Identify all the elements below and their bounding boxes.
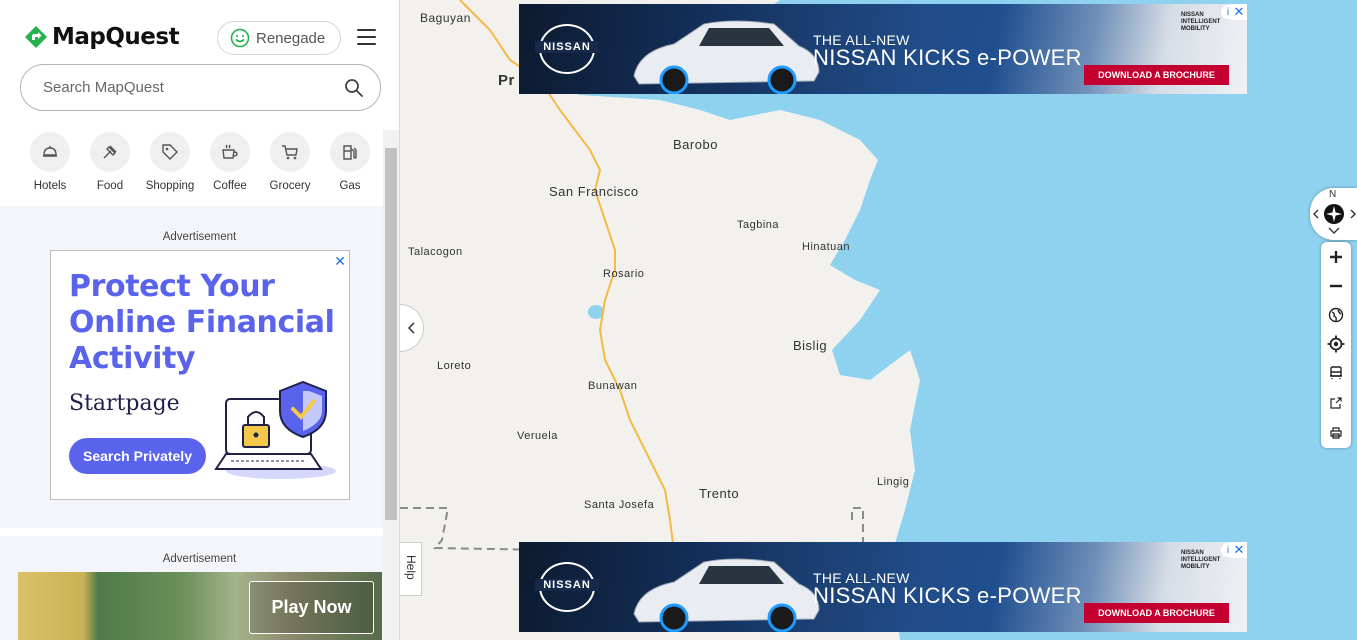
- ad-corner-brand: NISSAN INTELLIGENT MOBILITY: [1181, 12, 1221, 32]
- category-label: Shopping: [145, 180, 195, 192]
- ad-close-icon[interactable]: ✕: [334, 253, 346, 270]
- help-tab[interactable]: Help: [400, 542, 422, 596]
- plus-icon: [1330, 250, 1342, 263]
- map-label: Tagbina: [737, 219, 780, 231]
- gas-pump-icon: [343, 145, 357, 160]
- share-icon: [1330, 396, 1342, 409]
- advertisement-label: Advertisement: [162, 231, 237, 243]
- game-ad[interactable]: Play Now: [18, 572, 382, 640]
- traffic-icon: [1330, 365, 1342, 379]
- search-icon[interactable]: [344, 78, 364, 98]
- startpage-ad[interactable]: Protect Your Online Financial Activity S…: [50, 250, 350, 500]
- map-label: Bislig: [793, 338, 828, 353]
- tag-icon: [162, 144, 178, 160]
- ad-brand: Startpage: [69, 391, 180, 416]
- download-brochure-button[interactable]: DOWNLOAD A BROCHURE: [1084, 65, 1229, 85]
- cart-icon: [282, 145, 298, 160]
- download-brochure-button[interactable]: DOWNLOAD A BROCHURE: [1084, 603, 1229, 623]
- map-label: Pr: [498, 72, 515, 89]
- map-label: Barobo: [673, 137, 718, 152]
- car-image: [633, 558, 820, 632]
- mapquest-logo-icon: [25, 26, 47, 48]
- map-label: Hinatuan: [802, 241, 851, 253]
- mapquest-logo[interactable]: MapQuest: [24, 24, 180, 50]
- map-layers-button[interactable]: [1321, 300, 1351, 329]
- category-grocery[interactable]: Grocery: [260, 132, 320, 192]
- compass-north-label: N: [1329, 189, 1337, 200]
- car-image: [633, 20, 820, 94]
- ad-close-icon[interactable]: ✕: [1231, 4, 1247, 20]
- coffee-cup-icon: [222, 144, 238, 159]
- print-button[interactable]: [1321, 418, 1351, 447]
- category-label: Coffee: [213, 180, 247, 192]
- sidebar: MapQuest Renegade Hotels Food Sh: [0, 0, 400, 640]
- category-label: Grocery: [269, 180, 311, 192]
- category-bar: Hotels Food Shopping Coffee Grocery Gas: [20, 132, 380, 192]
- scrollbar-thumb[interactable]: [385, 148, 397, 520]
- map-controls: [1321, 242, 1351, 448]
- map-label: Baguyan: [420, 11, 471, 25]
- printer-icon: [1330, 426, 1342, 439]
- compass-rose-icon: [1313, 204, 1356, 224]
- map-label: Loreto: [437, 360, 472, 372]
- advertisement-label-2: Advertisement: [162, 553, 237, 565]
- map-label: Rosario: [603, 268, 645, 280]
- help-label: Help: [404, 555, 418, 580]
- chevron-left-icon: [407, 322, 415, 334]
- category-food[interactable]: Food: [80, 132, 140, 192]
- hamburger-menu-icon[interactable]: [357, 29, 376, 46]
- nissan-logo-text: NISSAN: [535, 41, 599, 53]
- nissan-banner-ad-bottom[interactable]: NISSAN THE ALL-NEW NISSAN KICKS e-POWER …: [519, 542, 1247, 632]
- nissan-logo: NISSAN: [535, 24, 599, 74]
- category-label: Food: [96, 180, 124, 192]
- category-gas[interactable]: Gas: [320, 132, 380, 192]
- search-box: [20, 64, 381, 111]
- ad-close-icon[interactable]: ✕: [1231, 542, 1247, 558]
- nissan-logo: NISSAN: [535, 562, 599, 612]
- ad-line-2: NISSAN KICKS e-POWER: [813, 45, 1082, 70]
- crosshair-icon: [1327, 335, 1345, 352]
- chevron-down-icon: [1328, 227, 1340, 234]
- locate-me-button[interactable]: [1321, 329, 1351, 358]
- category-hotels[interactable]: Hotels: [20, 132, 80, 192]
- ad-line-2: NISSAN KICKS e-POWER: [813, 583, 1082, 608]
- map-label: Talacogon: [408, 246, 463, 258]
- map-label: Lingig: [877, 476, 910, 488]
- category-shopping[interactable]: Shopping: [140, 132, 200, 192]
- nissan-logo-text: NISSAN: [535, 579, 599, 591]
- logo-text: MapQuest: [52, 24, 180, 50]
- map-label: San Francisco: [549, 184, 639, 199]
- laptop-shield-illustration: [214, 380, 336, 479]
- user-name: Renegade: [256, 29, 326, 47]
- traffic-button[interactable]: [1321, 358, 1351, 387]
- play-now-button[interactable]: Play Now: [249, 581, 374, 634]
- map-label: Trento: [699, 486, 740, 501]
- zoom-in-button[interactable]: [1321, 242, 1351, 271]
- ad-headline: Protect Your Online Financial Activity: [69, 269, 335, 376]
- globe-icon: [1328, 307, 1344, 322]
- zoom-out-button[interactable]: [1321, 271, 1351, 300]
- ad-corner-brand: NISSAN INTELLIGENT MOBILITY: [1181, 550, 1221, 570]
- utensils-icon: [103, 145, 117, 159]
- compass-control[interactable]: N: [1310, 188, 1357, 240]
- user-account-button[interactable]: Renegade: [217, 21, 341, 55]
- search-privately-button[interactable]: Search Privately: [69, 438, 206, 474]
- map-label: Santa Josefa: [584, 499, 655, 511]
- nissan-banner-ad-top[interactable]: NISSAN THE ALL-NEW NISSAN KICKS e-POWER …: [519, 4, 1247, 94]
- share-button[interactable]: [1321, 388, 1351, 417]
- category-coffee[interactable]: Coffee: [200, 132, 260, 192]
- category-label: Gas: [339, 180, 361, 192]
- category-label: Hotels: [33, 180, 67, 192]
- smiley-avatar-icon: [230, 28, 250, 48]
- map-label: Veruela: [517, 430, 558, 442]
- search-input[interactable]: [41, 78, 335, 97]
- minus-icon: [1330, 284, 1342, 287]
- hotel-bell-icon: [43, 146, 57, 157]
- sidebar-scrollbar[interactable]: [383, 130, 399, 640]
- map-label: Bunawan: [588, 380, 638, 392]
